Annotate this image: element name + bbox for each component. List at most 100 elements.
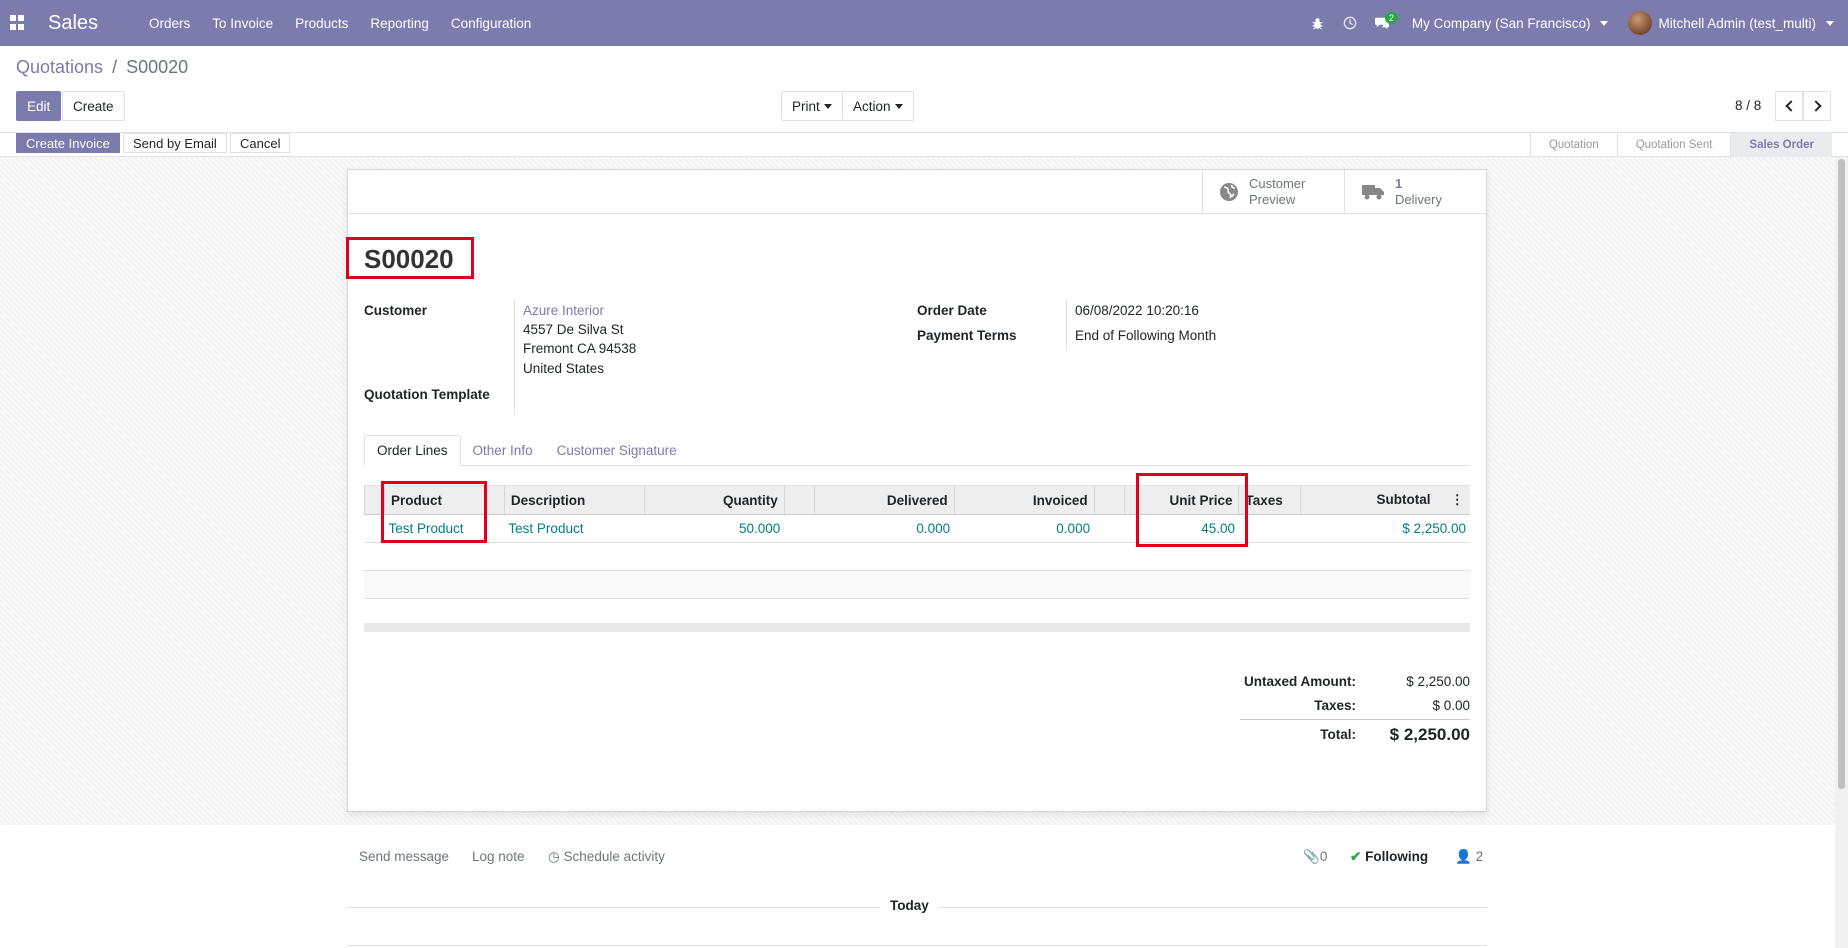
scrollbar-thumb[interactable] xyxy=(1838,159,1845,789)
customer-label: Customer xyxy=(364,303,428,318)
cell-taxes[interactable] xyxy=(1238,514,1301,543)
column-options-icon[interactable]: ⋮ xyxy=(1451,492,1465,507)
breadcrumb-parent[interactable]: Quotations xyxy=(16,57,103,77)
cell-unit-price[interactable]: 45.00 xyxy=(1124,514,1239,543)
schedule-activity-button[interactable]: ◷ Schedule activity xyxy=(548,849,665,865)
create-button[interactable]: Create xyxy=(62,91,125,121)
breadcrumb-current: S00020 xyxy=(126,57,189,77)
main-menu: Orders To Invoice Products Reporting Con… xyxy=(138,16,542,31)
preview-label-1: Customer xyxy=(1249,176,1306,191)
stage-sales-order[interactable]: Sales Order xyxy=(1730,133,1832,157)
customer-preview-button[interactable]: Customer Preview xyxy=(1202,170,1344,214)
col-subtotal-header[interactable]: Subtotal ⋮ xyxy=(1300,485,1470,515)
chatter: Send message Log note ◷ Schedule activit… xyxy=(0,825,1835,948)
user-name: Mitchell Admin (test_multi) xyxy=(1658,15,1816,31)
cell-description[interactable]: Test Product xyxy=(504,514,645,543)
edit-button[interactable]: Edit xyxy=(16,91,62,121)
following-button[interactable]: ✔ Following xyxy=(1350,849,1428,865)
cell-subtotal[interactable]: $ 2,250.00 xyxy=(1300,514,1470,543)
form-tabs: Order Lines Other Info Customer Signatur… xyxy=(364,435,1470,466)
stage-quotation[interactable]: Quotation xyxy=(1529,133,1617,157)
debug-bug-icon[interactable] xyxy=(1302,0,1334,46)
order-totals: Untaxed Amount: $ 2,250.00 Taxes: $ 0.00… xyxy=(1240,669,1470,749)
schedule-activity-label: Schedule activity xyxy=(563,849,665,864)
company-switcher[interactable]: My Company (San Francisco) xyxy=(1398,16,1623,31)
tab-other-info[interactable]: Other Info xyxy=(461,435,545,466)
col-delivered-header[interactable]: Delivered xyxy=(813,485,955,515)
messages-icon[interactable]: 2 xyxy=(1366,0,1398,46)
today-label: Today xyxy=(880,898,939,913)
row-handle xyxy=(364,514,385,543)
log-note-button[interactable]: Log note xyxy=(472,849,525,864)
delivery-label: Delivery xyxy=(1395,192,1442,207)
customer-link[interactable]: Azure Interior xyxy=(523,301,604,320)
cell-delivered[interactable]: 0.000 xyxy=(814,514,955,543)
pager-next-button[interactable] xyxy=(1803,91,1831,121)
col-subtotal-label: Subtotal xyxy=(1376,492,1431,507)
user-menu[interactable]: Mitchell Admin (test_multi) xyxy=(1622,11,1848,35)
top-navbar: Sales Orders To Invoice Products Reporti… xyxy=(0,0,1848,46)
send-message-button[interactable]: Send message xyxy=(359,849,449,864)
col-product-header[interactable]: Product xyxy=(383,485,505,515)
smart-button-box: Customer Preview 1 Delivery xyxy=(348,170,1486,214)
delivery-button[interactable]: 1 Delivery xyxy=(1344,170,1486,214)
pager-value[interactable]: 8 / 8 xyxy=(1735,98,1761,113)
table-row[interactable]: Test Product Test Product 50.000 0.000 0… xyxy=(364,514,1470,543)
field-divider xyxy=(514,300,515,415)
menu-reporting[interactable]: Reporting xyxy=(359,16,440,31)
stage-quotation-sent[interactable]: Quotation Sent xyxy=(1616,133,1731,157)
divider xyxy=(347,945,1487,946)
chevron-left-icon xyxy=(1784,100,1797,112)
total-label: Total: xyxy=(1320,727,1356,742)
truck-icon xyxy=(1362,185,1384,200)
cell-product[interactable]: Test Product xyxy=(384,514,505,543)
messages-count-badge: 2 xyxy=(1384,12,1398,24)
cell-spacer xyxy=(1094,514,1125,543)
caret-down-icon xyxy=(1600,20,1609,26)
col-description-header[interactable]: Description xyxy=(503,485,645,515)
pager-previous-button[interactable] xyxy=(1775,91,1803,121)
menu-products[interactable]: Products xyxy=(284,16,359,31)
menu-orders[interactable]: Orders xyxy=(138,16,201,31)
app-name[interactable]: Sales xyxy=(48,12,98,35)
create-invoice-button[interactable]: Create Invoice xyxy=(16,133,120,153)
col-spacer-header xyxy=(783,485,815,515)
cell-invoiced[interactable]: 0.000 xyxy=(954,514,1095,543)
total-row: Total: $ 2,250.00 xyxy=(1240,719,1470,749)
caret-down-icon xyxy=(823,103,832,109)
col-quantity-header[interactable]: Quantity xyxy=(643,485,785,515)
action-label: Action xyxy=(853,98,891,114)
col-unit-price-header[interactable]: Unit Price xyxy=(1123,485,1239,515)
caret-down-icon xyxy=(1826,20,1834,26)
tab-order-lines[interactable]: Order Lines xyxy=(364,435,461,466)
send-by-email-button[interactable]: Send by Email xyxy=(123,133,227,153)
attachments-button[interactable]: 📎0 xyxy=(1303,849,1327,865)
order-name: S00020 xyxy=(364,244,454,274)
untaxed-label: Untaxed Amount: xyxy=(1244,673,1356,689)
menu-to-invoice[interactable]: To Invoice xyxy=(201,16,284,31)
print-dropdown[interactable]: Print xyxy=(781,91,843,121)
col-taxes-header[interactable]: Taxes xyxy=(1238,485,1301,515)
payment-terms-value: End of Following Month xyxy=(1075,328,1217,343)
customer-address-line2: Fremont CA 94538 xyxy=(523,341,637,356)
cell-quantity[interactable]: 50.000 xyxy=(644,514,785,543)
followers-button[interactable]: 👤 2 xyxy=(1455,849,1483,865)
untaxed-row: Untaxed Amount: $ 2,250.00 xyxy=(1240,669,1470,693)
chevron-right-icon xyxy=(1809,100,1822,112)
breadcrumb: Quotations / S00020 xyxy=(16,57,188,78)
scrollbar[interactable] xyxy=(1835,157,1848,948)
col-invoiced-header[interactable]: Invoiced xyxy=(953,485,1095,515)
field-divider xyxy=(1066,300,1067,350)
breadcrumb-separator: / xyxy=(112,57,118,77)
activity-clock-icon[interactable] xyxy=(1334,0,1366,46)
form-sheet: Customer Preview 1 Delivery S00020 Custome… xyxy=(347,169,1487,812)
order-lines-table: Product Description Quantity Delivered I… xyxy=(364,485,1470,543)
systray: 2 My Company (San Francisco) Mitchell Ad… xyxy=(1302,0,1848,46)
menu-configuration[interactable]: Configuration xyxy=(440,16,542,31)
action-dropdown[interactable]: Action xyxy=(842,91,914,121)
preview-label-2: Preview xyxy=(1249,192,1296,207)
apps-menu-icon[interactable] xyxy=(10,15,26,31)
tab-customer-signature[interactable]: Customer Signature xyxy=(545,435,689,466)
cancel-order-button[interactable]: Cancel xyxy=(230,133,291,153)
following-label: Following xyxy=(1365,849,1429,864)
